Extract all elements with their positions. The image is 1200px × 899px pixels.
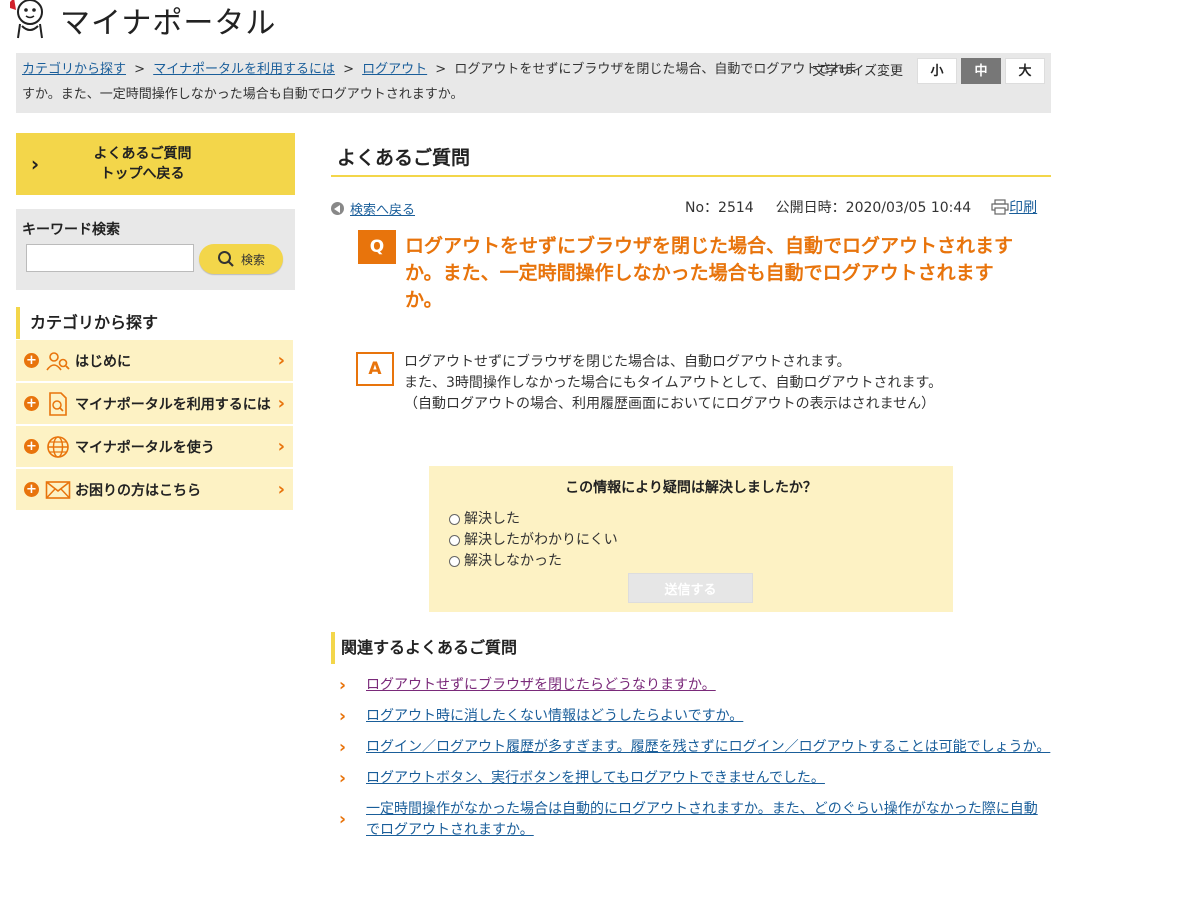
plus-icon: + xyxy=(24,353,39,368)
search-button[interactable]: 検索 xyxy=(199,244,283,274)
breadcrumb-current-cont: すか。また、一定時間操作しなかった場合も自動でログアウトされますか。 xyxy=(22,87,464,102)
mascot-icon xyxy=(10,0,43,39)
breadcrumb-item-category[interactable]: カテゴリから探す xyxy=(22,62,126,77)
printer-icon xyxy=(991,199,1009,215)
category-item-help[interactable]: + お困りの方はこちら › xyxy=(16,469,293,510)
related-faq-item: › ログアウトボタン、実行ボタンを押してもログアウトできませんでした。 xyxy=(331,768,1051,789)
survey-question: この情報により疑問は解決しましたか？ xyxy=(565,480,817,496)
survey-options: 解決した 解決したがわかりにくい 解決しなかった xyxy=(449,509,953,572)
font-size-label: 文字サイズ変更 xyxy=(812,63,903,79)
mail-icon xyxy=(45,477,71,503)
radio-button[interactable] xyxy=(449,514,460,525)
chevron-right-icon: › xyxy=(339,809,347,830)
chevron-right-icon: › xyxy=(277,436,285,457)
search-button-label: 検索 xyxy=(240,252,265,267)
answer-line: また、3時間操作しなかった場合にもタイムアウトとして、自動ログアウトされます。 xyxy=(404,375,943,391)
faq-top-line1: よくあるご質問 xyxy=(93,146,192,162)
faq-top-button[interactable]: › よくあるご質問 トップへ戻る xyxy=(16,133,295,195)
breadcrumb-separator: > xyxy=(134,62,146,77)
answer-text: ログアウトせずにブラウザを閉じた場合は、自動ログアウトされます。 また、3時間操… xyxy=(404,352,1024,415)
chevron-right-icon: › xyxy=(277,350,285,371)
chevron-right-icon: › xyxy=(30,152,40,176)
breadcrumb-item-usage[interactable]: マイナポータルを利用するには xyxy=(153,62,335,77)
related-faq-link[interactable]: 一定時間操作がなかった場合は自動的にログアウトされますか。また、どのぐらい操作が… xyxy=(366,801,1038,838)
site-logo[interactable]: マイナポータル xyxy=(4,0,277,41)
category-label: お困りの方はこちら xyxy=(75,482,201,499)
related-faq-item: › ログイン／ログアウト履歴が多すぎます。履歴を残さずにログイン／ログアウトする… xyxy=(331,737,1051,758)
print-link[interactable]: 印刷 xyxy=(1009,197,1037,217)
chevron-right-icon: › xyxy=(277,479,285,500)
keyword-search-panel: キーワード検索 検索 xyxy=(16,209,295,290)
related-faq-link[interactable]: ログイン／ログアウト履歴が多すぎます。履歴を残さずにログイン／ログアウトすること… xyxy=(366,739,1050,755)
answer-line: （自動ログアウトの場合、利用履歴画面においてにログアウトの表示はされません） xyxy=(404,396,936,412)
category-label: マイナポータルを使う xyxy=(75,439,215,456)
survey-option-label: 解決しなかった xyxy=(464,553,562,569)
chevron-right-icon: › xyxy=(339,737,347,757)
related-faq-list: › ログアウトせずにブラウザを閉じたらどうなりますか。 › ログアウト時に消した… xyxy=(331,675,1051,851)
plus-icon: + xyxy=(24,482,39,497)
chevron-right-icon: › xyxy=(277,393,285,414)
category-item-use-portal[interactable]: + マイナポータルを使う › xyxy=(16,426,293,467)
category-list: + はじめに › + マイナポータルを利用するには › + マイナポータルを使う… xyxy=(16,340,293,512)
category-label: マイナポータルを利用するには xyxy=(75,396,271,413)
category-item-intro[interactable]: + はじめに › xyxy=(16,340,293,381)
search-icon xyxy=(217,251,234,267)
back-to-search-link[interactable]: 検索へ戻る xyxy=(350,199,415,218)
survey-option-label: 解決した xyxy=(464,511,520,527)
globe-icon xyxy=(45,434,71,460)
plus-icon: + xyxy=(24,396,39,411)
breadcrumb-current: ログアウトをせずにブラウザを閉じた場合、自動でログアウトされま xyxy=(454,62,858,77)
faq-number: No：2514 xyxy=(685,200,754,216)
answer-line: ログアウトせずにブラウザを閉じた場合は、自動ログアウトされます。 xyxy=(404,354,851,370)
question-badge: Q xyxy=(358,230,396,264)
font-size-switcher: 文字サイズ変更 小 中 大 xyxy=(812,58,1045,84)
faq-meta: No：2514 公開日時：2020/03/05 10:44 印刷 xyxy=(685,197,1037,217)
radio-button[interactable] xyxy=(449,535,460,546)
survey-option-not-solved[interactable]: 解決しなかった xyxy=(449,551,953,572)
related-faq-link[interactable]: ログアウト時に消したくない情報はどうしたらよいですか。 xyxy=(366,708,743,724)
font-size-medium-button[interactable]: 中 xyxy=(961,58,1001,84)
related-faq-link[interactable]: ログアウトせずにブラウザを閉じたらどうなりますか。 xyxy=(366,677,716,693)
category-label: はじめに xyxy=(75,353,131,370)
related-faq-item: › 一定時間操作がなかった場合は自動的にログアウトされますか。また、どのぐらい操… xyxy=(331,799,1051,841)
category-item-usage[interactable]: + マイナポータルを利用するには › xyxy=(16,383,293,424)
back-arrow-icon xyxy=(331,202,344,215)
breadcrumb-separator: > xyxy=(435,62,447,77)
plus-icon: + xyxy=(24,439,39,454)
font-size-small-button[interactable]: 小 xyxy=(917,58,957,84)
breadcrumb: カテゴリから探す > マイナポータルを利用するには > ログアウト > ログアウ… xyxy=(22,57,912,107)
question-text: ログアウトをせずにブラウザを閉じた場合、自動でログアウトされますか。また、一定時… xyxy=(405,235,1014,311)
related-faq-item: › ログアウトせずにブラウザを閉じたらどうなりますか。 xyxy=(331,675,1051,696)
related-faq-link[interactable]: ログアウトボタン、実行ボタンを押してもログアウトできませんでした。 xyxy=(366,770,825,786)
survey-submit-button[interactable]: 送信する xyxy=(628,573,753,603)
breadcrumb-item-logout[interactable]: ログアウト xyxy=(362,62,427,77)
logo-text: マイナポータル xyxy=(60,6,277,41)
back-to-search[interactable]: 検索へ戻る xyxy=(331,199,415,218)
feedback-survey: この情報により疑問は解決しましたか？ 解決した 解決したがわかりにくい 解決しな… xyxy=(429,466,953,612)
faq-top-line2: トップへ戻る xyxy=(100,166,185,182)
survey-option-label: 解決したがわかりにくい xyxy=(464,532,618,548)
document-icon xyxy=(45,391,71,417)
breadcrumb-separator: > xyxy=(343,62,354,77)
category-heading: カテゴリから探す xyxy=(16,307,295,339)
keyword-search-input[interactable] xyxy=(26,244,194,272)
answer-badge: A xyxy=(356,352,394,386)
published-date: 公開日時：2020/03/05 10:44 xyxy=(775,200,972,216)
radio-button[interactable] xyxy=(449,556,460,567)
breadcrumb-bar: カテゴリから探す > マイナポータルを利用するには > ログアウト > ログアウ… xyxy=(16,53,1051,113)
print-button[interactable]: 印刷 xyxy=(991,197,1037,217)
chevron-right-icon: › xyxy=(339,706,347,726)
related-faq-item: › ログアウト時に消したくない情報はどうしたらよいですか。 xyxy=(331,706,1051,727)
related-faq-heading: 関連するよくあるご質問 xyxy=(331,632,517,664)
chevron-right-icon: › xyxy=(339,675,347,695)
keyword-search-title: キーワード検索 xyxy=(22,222,120,238)
survey-option-solved[interactable]: 解決した xyxy=(449,509,953,530)
chevron-right-icon: › xyxy=(339,768,347,788)
survey-option-solved-unclear[interactable]: 解決したがわかりにくい xyxy=(449,530,953,551)
page-title: よくあるご質問 xyxy=(331,140,1051,177)
font-size-large-button[interactable]: 大 xyxy=(1005,58,1045,84)
people-search-icon xyxy=(45,348,71,374)
